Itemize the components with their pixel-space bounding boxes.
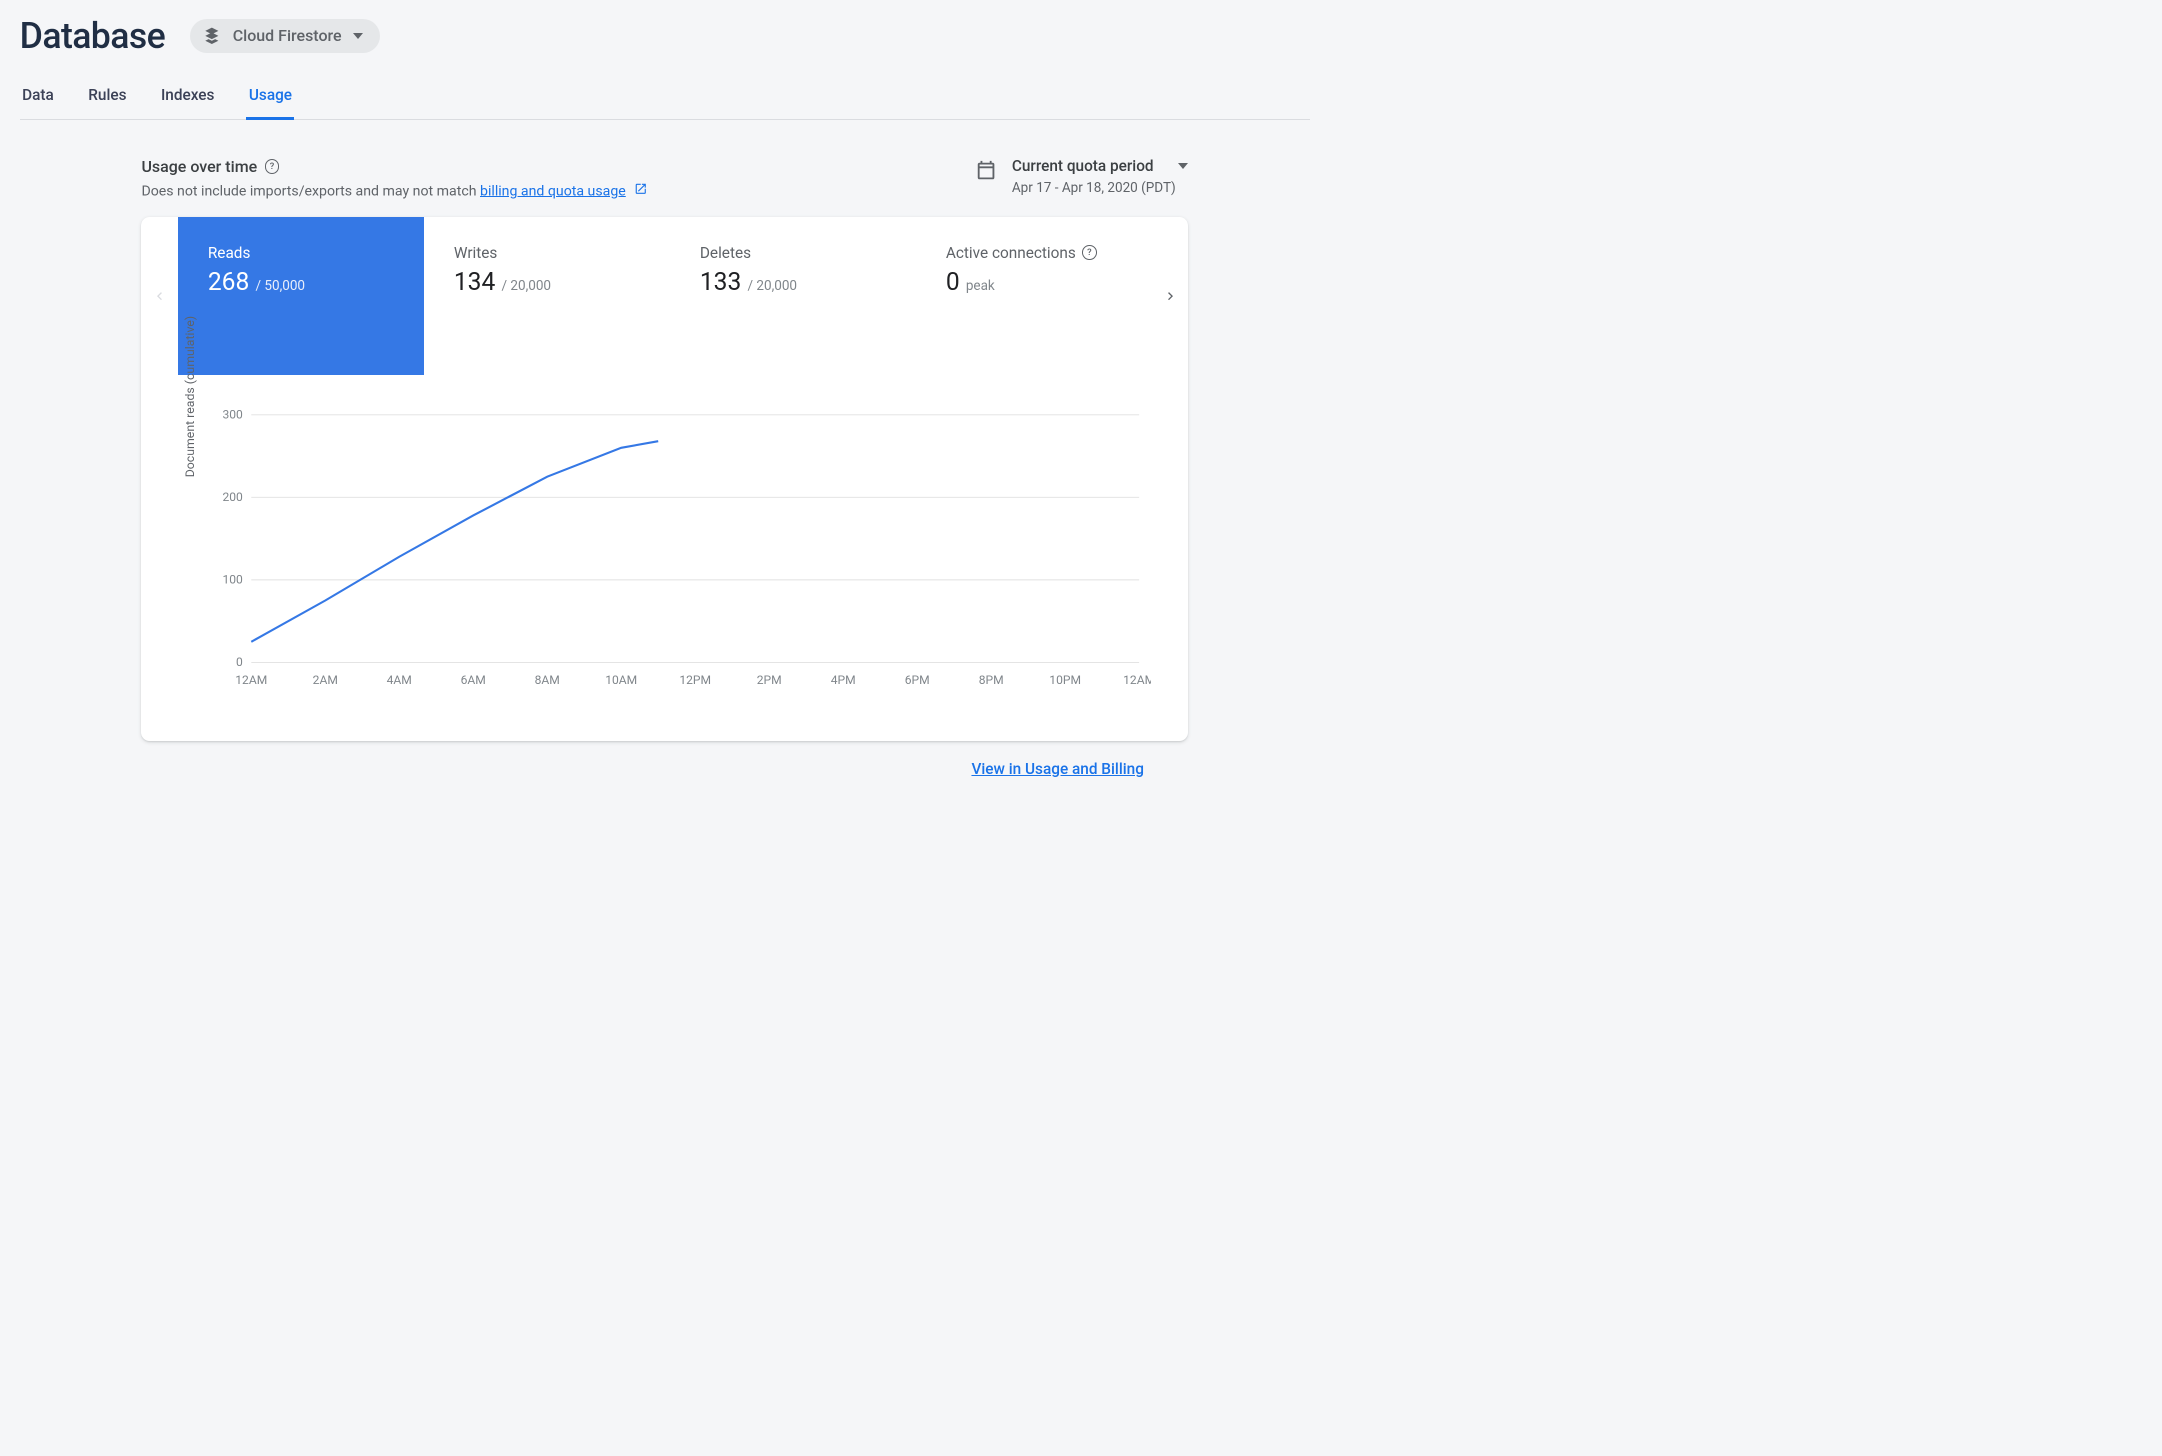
svg-text:300: 300 [223, 407, 244, 421]
period-label: Current quota period [1012, 157, 1154, 175]
tab-rules[interactable]: Rules [86, 79, 129, 120]
svg-text:12PM: 12PM [679, 673, 711, 687]
database-selector[interactable]: Cloud Firestore [190, 19, 380, 53]
svg-text:200: 200 [223, 490, 244, 504]
help-icon[interactable]: ? [1082, 245, 1097, 260]
metric-label: Active connections [946, 244, 1076, 262]
view-billing-link[interactable]: View in Usage and Billing [971, 760, 1143, 778]
calendar-icon [975, 159, 997, 181]
metric-active-connections[interactable]: Active connections? 0 peak [916, 217, 1162, 376]
metric-writes[interactable]: Writes 134 / 20,000 [424, 217, 670, 376]
metrics-next-button[interactable] [1161, 286, 1181, 306]
external-link-icon [634, 182, 648, 196]
svg-text:2PM: 2PM [757, 673, 782, 687]
metric-peak: peak [966, 278, 995, 294]
database-selector-label: Cloud Firestore [233, 26, 342, 45]
metric-value: 133 [700, 268, 741, 297]
svg-text:0: 0 [236, 655, 243, 669]
chart-svg: 0 100 200 300 12AM 2AM 4AM 6AM 8AM 10AM 12PM 2PM 4PM… [209, 400, 1151, 701]
svg-text:8PM: 8PM [979, 673, 1004, 687]
svg-text:2AM: 2AM [313, 673, 338, 687]
metric-label: Reads [208, 244, 251, 262]
usage-card: Reads268/ 50,000Writes134/ 20,000Deletes… [141, 217, 1188, 741]
metric-value: 0 [946, 268, 960, 297]
metric-label: Writes [454, 244, 498, 262]
svg-text:100: 100 [223, 572, 244, 586]
tab-data[interactable]: Data [20, 79, 57, 120]
svg-text:12AM: 12AM [1123, 673, 1151, 687]
metric-reads[interactable]: Reads 268 / 50,000 [178, 217, 424, 376]
help-icon[interactable]: ? [265, 159, 280, 174]
period-date: Apr 17 - Apr 18, 2020 (PDT) [1012, 180, 1188, 196]
svg-text:6AM: 6AM [461, 673, 486, 687]
tab-indexes[interactable]: Indexes [158, 79, 216, 120]
caret-down-icon [353, 33, 363, 39]
metric-quota: / 20,000 [501, 278, 551, 294]
metric-value: 134 [454, 268, 495, 297]
chart-ylabel: Document reads (cumulative) [184, 316, 198, 477]
period-caret-icon [1178, 163, 1188, 169]
page-title: Database [20, 15, 165, 57]
svg-text:12AM: 12AM [235, 673, 267, 687]
tabs: Data Rules Indexes Usage [20, 79, 1310, 120]
firestore-icon [202, 26, 222, 46]
svg-text:10AM: 10AM [605, 673, 637, 687]
svg-text:4PM: 4PM [831, 673, 856, 687]
svg-text:10PM: 10PM [1049, 673, 1081, 687]
period-selector[interactable]: Current quota period Apr 17 - Apr 18, 20… [975, 157, 1188, 196]
tab-usage[interactable]: Usage [246, 79, 294, 120]
chart: Document reads (cumulative) 010020030012… [141, 375, 1188, 741]
metric-value: 268 [208, 268, 249, 297]
metric-deletes[interactable]: Deletes 133 / 20,000 [670, 217, 916, 376]
usage-subtitle-prefix: Does not include imports/exports and may… [141, 183, 480, 199]
usage-title: Usage over time [141, 157, 257, 176]
metric-label: Deletes [700, 244, 751, 262]
metrics-prev-button[interactable] [149, 286, 169, 306]
usage-subtitle: Does not include imports/exports and may… [141, 182, 647, 200]
metric-quota: / 20,000 [747, 278, 797, 294]
svg-text:8AM: 8AM [535, 673, 560, 687]
metrics-row: Reads268/ 50,000Writes134/ 20,000Deletes… [141, 217, 1188, 376]
svg-text:4AM: 4AM [387, 673, 412, 687]
billing-link[interactable]: billing and quota usage [480, 183, 626, 199]
svg-text:6PM: 6PM [905, 673, 930, 687]
metric-quota: / 50,000 [255, 278, 305, 294]
